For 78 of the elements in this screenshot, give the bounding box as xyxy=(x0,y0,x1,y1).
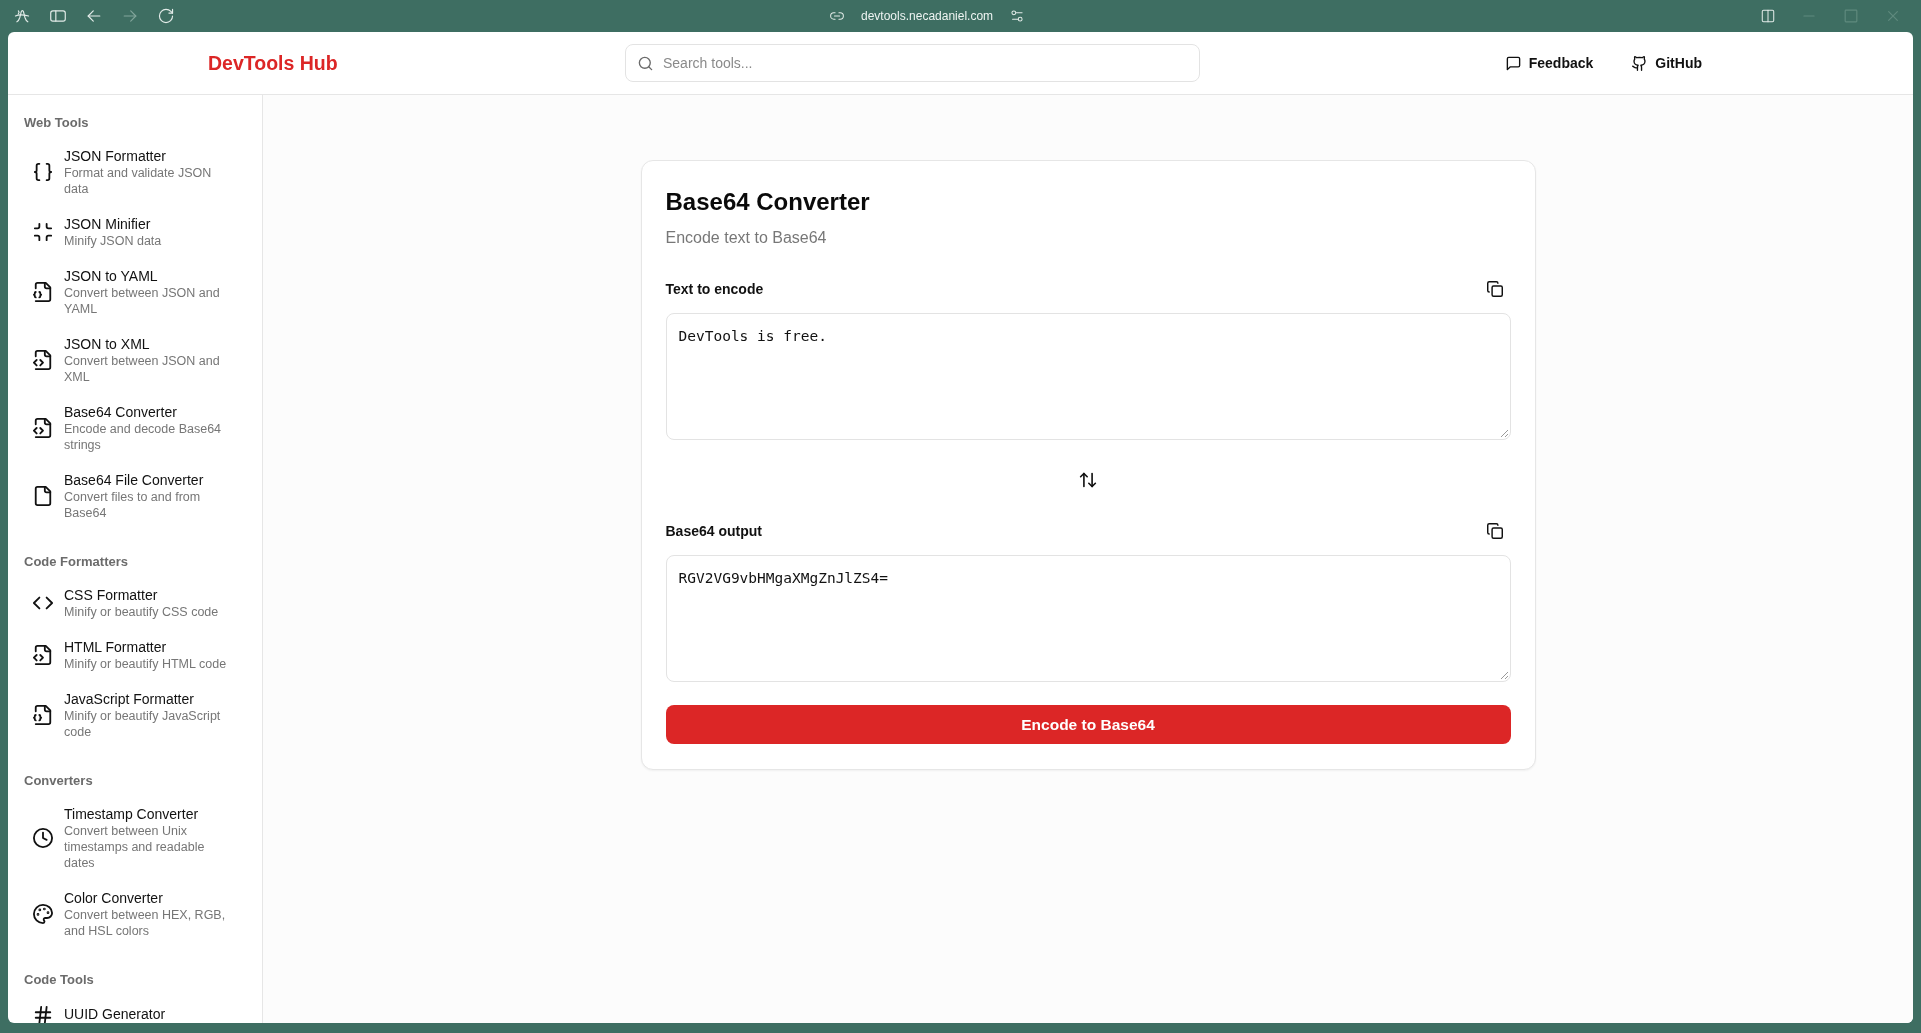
site-logo[interactable]: DevTools Hub xyxy=(208,51,338,75)
sidebar-item[interactable]: HTML Formatter Minify or beautify HTML code xyxy=(24,629,254,681)
text-area[interactable]: DevTools is free. xyxy=(665,313,1511,440)
header-link[interactable]: GitHub xyxy=(1632,55,1702,71)
tool-description: Format and validate JSON data xyxy=(64,164,213,197)
address-bar-url[interactable]: devtools.necadaniel.com xyxy=(861,9,994,23)
tool-name: Base64 File Converter xyxy=(64,471,204,489)
sidebar-item[interactable]: Timestamp Converter Convert between Unix timestamps and readable dates xyxy=(24,796,254,880)
tool-description: Convert between JSON and YAML xyxy=(64,284,221,317)
tool-name: Color Converter xyxy=(64,889,163,907)
clock-icon xyxy=(33,828,53,848)
tool-description: Convert between Unix timestamps and readable dates xyxy=(64,822,206,871)
message-icon xyxy=(1505,55,1521,71)
text-area[interactable]: RGV2VG9vbHMgaXMgZnJlZS4= xyxy=(665,555,1511,682)
tool-description: Minify or beautify JavaScript code xyxy=(64,707,222,740)
tool-description: Minify or beautify CSS code xyxy=(64,603,219,620)
tool-description: Encode and decode Base64 strings xyxy=(64,420,223,453)
reload-icon[interactable] xyxy=(158,8,174,24)
swap-arrows-icon[interactable] xyxy=(1079,471,1097,489)
palette-icon xyxy=(33,904,53,924)
file-code-icon xyxy=(33,350,53,370)
copy-icon[interactable] xyxy=(1487,523,1503,539)
tool-name: Base64 Converter xyxy=(64,403,177,421)
tool-name: JSON Minifier xyxy=(64,215,151,233)
tool-name: JSON to XML xyxy=(64,335,150,353)
sidebar-item[interactable]: JSON Minifier Minify JSON data xyxy=(24,206,254,258)
logo-icon[interactable] xyxy=(14,8,30,24)
sidebar-item[interactable]: JSON Formatter Format and validate JSON data xyxy=(24,138,254,206)
resize-grip-icon[interactable] xyxy=(1499,671,1508,679)
forward-arrow-icon[interactable] xyxy=(122,8,138,24)
tool-description: Convert files to and from Base64 xyxy=(64,488,202,521)
section-heading: Web Tools xyxy=(24,114,89,131)
file-code-icon xyxy=(33,418,53,438)
section-heading: Converters xyxy=(24,772,93,789)
split-view-icon[interactable] xyxy=(1761,9,1775,23)
header-link[interactable]: Feedback xyxy=(1505,55,1594,71)
tool-name: Timestamp Converter xyxy=(64,805,199,823)
sliders-icon[interactable] xyxy=(1010,9,1025,23)
sidebar-item[interactable]: JSON to XML Convert between JSON and XML xyxy=(24,326,254,394)
sidebar-item[interactable]: JavaScript Formatter Minify or beautify JavaScript code xyxy=(24,681,254,749)
tool-name: CSS Formatter xyxy=(64,586,158,604)
search-icon xyxy=(638,55,653,71)
tool-description: Minify JSON data xyxy=(64,232,162,249)
resize-grip-icon[interactable] xyxy=(1499,429,1508,437)
field-label: Text to encode xyxy=(665,281,764,297)
sidebar-item[interactable]: UUID Generator xyxy=(24,995,254,1023)
section-heading: Code Formatters xyxy=(24,553,129,570)
tool-heading: Base64 Converter xyxy=(665,187,870,217)
minimize-icon xyxy=(33,222,53,242)
tool-description: Convert between JSON and XML xyxy=(64,352,221,385)
search-field[interactable]: Search tools... xyxy=(625,44,1200,82)
hash-icon xyxy=(33,1004,53,1023)
sidebar-item[interactable]: CSS Formatter Minify or beautify CSS code xyxy=(24,577,254,629)
back-arrow-icon[interactable] xyxy=(86,8,102,24)
copy-icon[interactable] xyxy=(1487,281,1503,297)
tool-name: JSON to YAML xyxy=(64,267,158,285)
encode-button[interactable]: Encode to Base64 xyxy=(665,705,1511,744)
sidebar-item[interactable]: Color Converter Convert between HEX, RGB, and HSL colors xyxy=(24,880,254,948)
field-label: Base64 output xyxy=(665,523,762,539)
link-icon[interactable] xyxy=(830,9,844,23)
sidebar-item[interactable]: JSON to YAML Convert between JSON and YAML xyxy=(24,258,254,326)
tool-name: UUID Generator xyxy=(64,1006,166,1023)
tool-name: JavaScript Formatter xyxy=(64,690,194,708)
tool-name: HTML Formatter xyxy=(64,638,167,656)
file-code-icon xyxy=(33,645,53,665)
tool-name: JSON Formatter xyxy=(64,147,166,165)
github-icon xyxy=(1632,55,1648,71)
tool-description: Minify or beautify HTML code xyxy=(64,655,227,672)
sidebar-item[interactable]: Base64 File Converter Convert files to and from Base64 xyxy=(24,462,254,530)
section-heading: Code Tools xyxy=(24,971,94,988)
file-icon xyxy=(33,486,53,506)
tool-description: Convert between HEX, RGB, and HSL colors xyxy=(64,906,227,939)
tool-subtitle: Encode text to Base64 xyxy=(665,228,827,248)
braces-icon xyxy=(33,162,53,182)
sidebar-item[interactable]: Base64 Converter Encode and decode Base64 strings xyxy=(24,394,254,462)
file-braces-icon xyxy=(33,282,53,302)
sidebar-toggle-icon[interactable] xyxy=(50,8,66,24)
file-braces-icon xyxy=(33,705,53,725)
